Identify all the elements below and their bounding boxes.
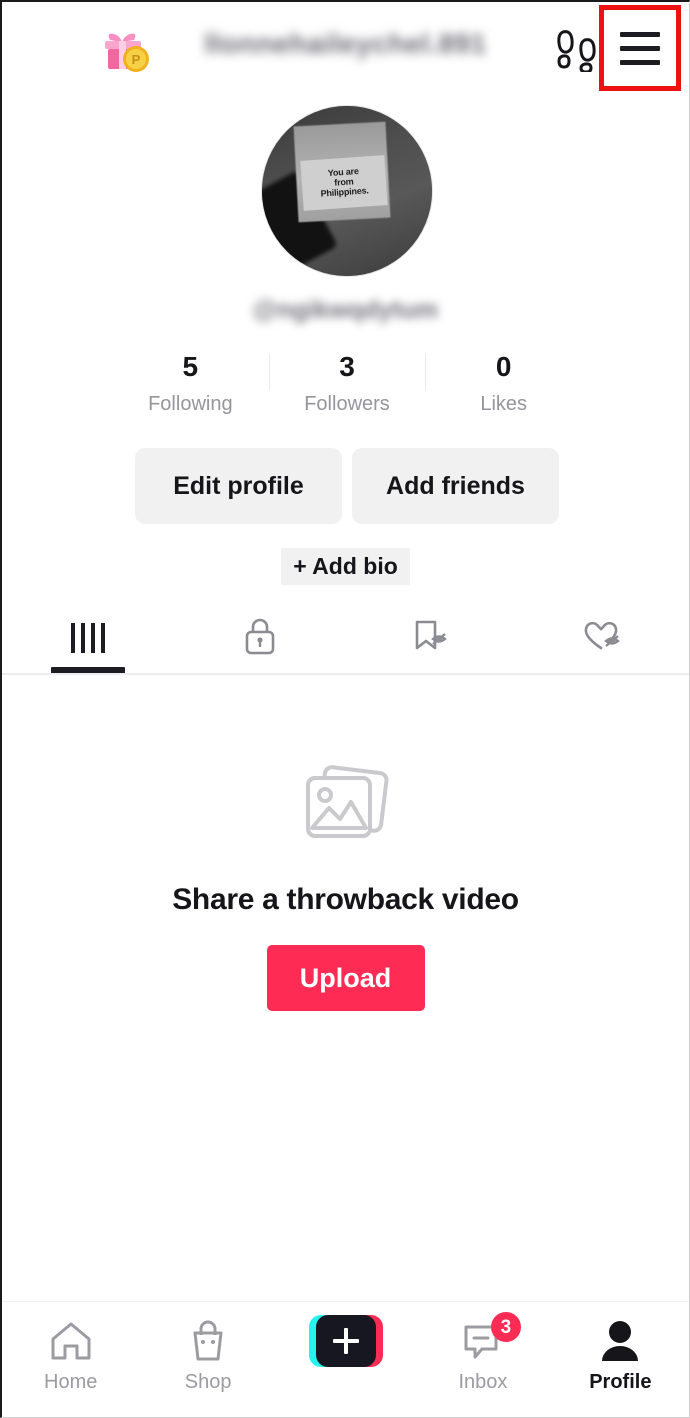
nav-label: Shop: [184, 1371, 232, 1393]
avatar-note: You are from Philippines.: [300, 155, 388, 211]
bottom-navigation-bar: Home Shop 3 Inbox Profile: [2, 1301, 689, 1417]
profile-username-text: llonnehaileychel.891: [204, 28, 487, 59]
hamburger-line: [620, 31, 660, 37]
inbox-bubble-icon: 3: [461, 1312, 521, 1366]
profile-stats-row: 5 Following 3 Followers 0 Likes: [112, 350, 582, 416]
stat-likes[interactable]: 0 Likes: [425, 350, 582, 416]
person-icon: [599, 1316, 641, 1366]
top-header-bar: P llonnehaileychel.891: [2, 2, 689, 94]
stat-followers[interactable]: 3 Followers: [268, 350, 426, 416]
tab-videos[interactable]: [2, 602, 174, 674]
empty-state: Share a throwback video Upload: [2, 764, 689, 1011]
nav-label: Home: [44, 1371, 98, 1393]
stat-label: Following: [148, 393, 233, 415]
profile-handle-text: @ngikwqdytum: [252, 296, 439, 324]
hamburger-menu-icon[interactable]: [599, 5, 681, 91]
tab-liked[interactable]: [517, 602, 689, 674]
lock-icon: [243, 617, 277, 660]
profile-handle: @ngikwqdytum: [2, 296, 689, 332]
nav-profile[interactable]: Profile: [552, 1316, 689, 1394]
home-icon: [49, 1316, 93, 1366]
photo-stack-icon: [296, 764, 396, 859]
upload-button[interactable]: Upload: [266, 945, 425, 1011]
nav-home[interactable]: Home: [2, 1316, 139, 1394]
shopping-bag-icon: [188, 1316, 228, 1366]
hamburger-line: [620, 45, 660, 51]
stat-label: Followers: [304, 393, 390, 415]
empty-state-title: Share a throwback video: [172, 883, 519, 916]
profile-content-tabs: [2, 602, 689, 674]
hamburger-line: [620, 59, 660, 65]
footsteps-icon[interactable]: [555, 26, 599, 74]
edit-profile-button[interactable]: Edit profile: [135, 448, 342, 524]
tab-private[interactable]: [174, 602, 346, 674]
nav-shop[interactable]: Shop: [139, 1316, 276, 1394]
profile-avatar[interactable]: You are from Philippines.: [262, 106, 432, 276]
add-friends-button[interactable]: Add friends: [352, 448, 559, 524]
stat-value: 3: [339, 351, 355, 382]
profile-action-buttons: Edit profile Add friends: [135, 448, 559, 524]
nav-inbox[interactable]: 3 Inbox: [414, 1312, 551, 1394]
stat-following[interactable]: 5 Following: [112, 350, 269, 416]
stat-value: 0: [495, 351, 512, 382]
inbox-badge: 3: [490, 1312, 521, 1342]
add-bio-row: + Add bio: [2, 548, 689, 585]
tiktok-profile-screen: P llonnehaileychel.891 You are from Phil…: [0, 0, 690, 1418]
tabs-divider: [2, 673, 689, 675]
add-bio-button[interactable]: + Add bio: [281, 548, 410, 585]
nav-label: Inbox: [458, 1371, 508, 1393]
nav-create[interactable]: [277, 1315, 414, 1370]
tab-saved[interactable]: [346, 602, 518, 674]
nav-label: Profile: [589, 1371, 652, 1393]
heart-hidden-icon: [582, 617, 624, 660]
stat-value: 5: [182, 351, 199, 382]
grid-icon: [70, 623, 105, 653]
stat-label: Likes: [480, 393, 528, 415]
create-plus-icon: [308, 1315, 383, 1367]
bookmark-hidden-icon: [411, 617, 451, 660]
avatar-note-line: Philippines.: [320, 185, 369, 199]
